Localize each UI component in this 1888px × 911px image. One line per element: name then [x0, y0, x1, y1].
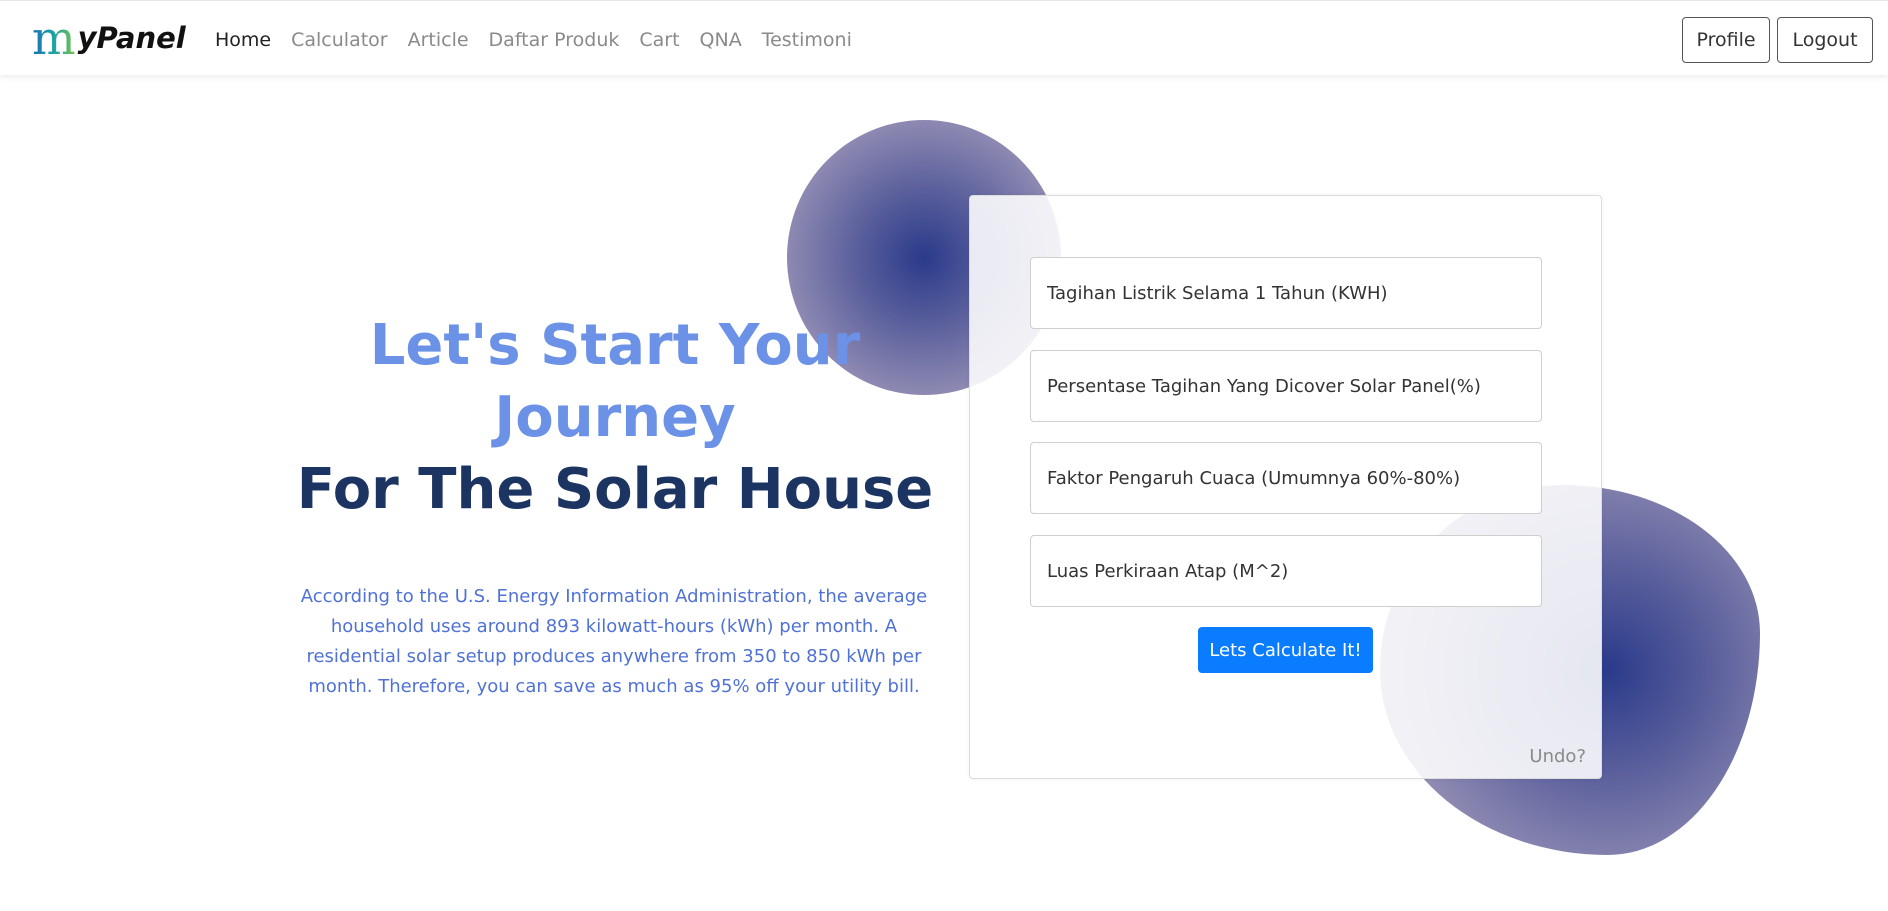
nav-link-home[interactable]: Home: [215, 29, 271, 51]
hero-title-line1: Let's Start Your Journey: [369, 313, 861, 450]
nav-link-qna[interactable]: QNA: [700, 29, 742, 51]
calculator-card: Lets Calculate It! Undo?: [969, 195, 1602, 779]
weather-factor-input[interactable]: [1030, 442, 1542, 514]
logout-button[interactable]: Logout: [1777, 17, 1873, 63]
nav-link-cart[interactable]: Cart: [639, 29, 679, 51]
nav-link-testimoni[interactable]: Testimoni: [762, 29, 852, 51]
navbar: m yPanel Home Calculator Article Daftar …: [0, 0, 1888, 75]
profile-button[interactable]: Profile: [1682, 17, 1770, 63]
roof-area-input[interactable]: [1030, 535, 1542, 607]
hero-heading: Let's Start Your Journey For The Solar H…: [290, 310, 940, 526]
brand-logo-letter: m: [32, 11, 76, 65]
hero-description: According to the U.S. Energy Information…: [300, 586, 928, 697]
nav-links: Home Calculator Article Daftar Produk Ca…: [215, 1, 872, 79]
yearly-electricity-bill-input[interactable]: [1030, 257, 1542, 329]
brand-logo[interactable]: m yPanel: [32, 11, 186, 65]
nav-link-article[interactable]: Article: [408, 29, 469, 51]
nav-link-daftar-produk[interactable]: Daftar Produk: [489, 29, 620, 51]
calculate-button[interactable]: Lets Calculate It!: [1198, 627, 1373, 673]
nav-link-calculator[interactable]: Calculator: [291, 29, 387, 51]
undo-link[interactable]: Undo?: [1529, 746, 1586, 767]
hero-title-line2: For The Solar House: [296, 457, 934, 522]
brand-logo-text: yPanel: [77, 21, 186, 55]
solar-coverage-percent-input[interactable]: [1030, 350, 1542, 422]
